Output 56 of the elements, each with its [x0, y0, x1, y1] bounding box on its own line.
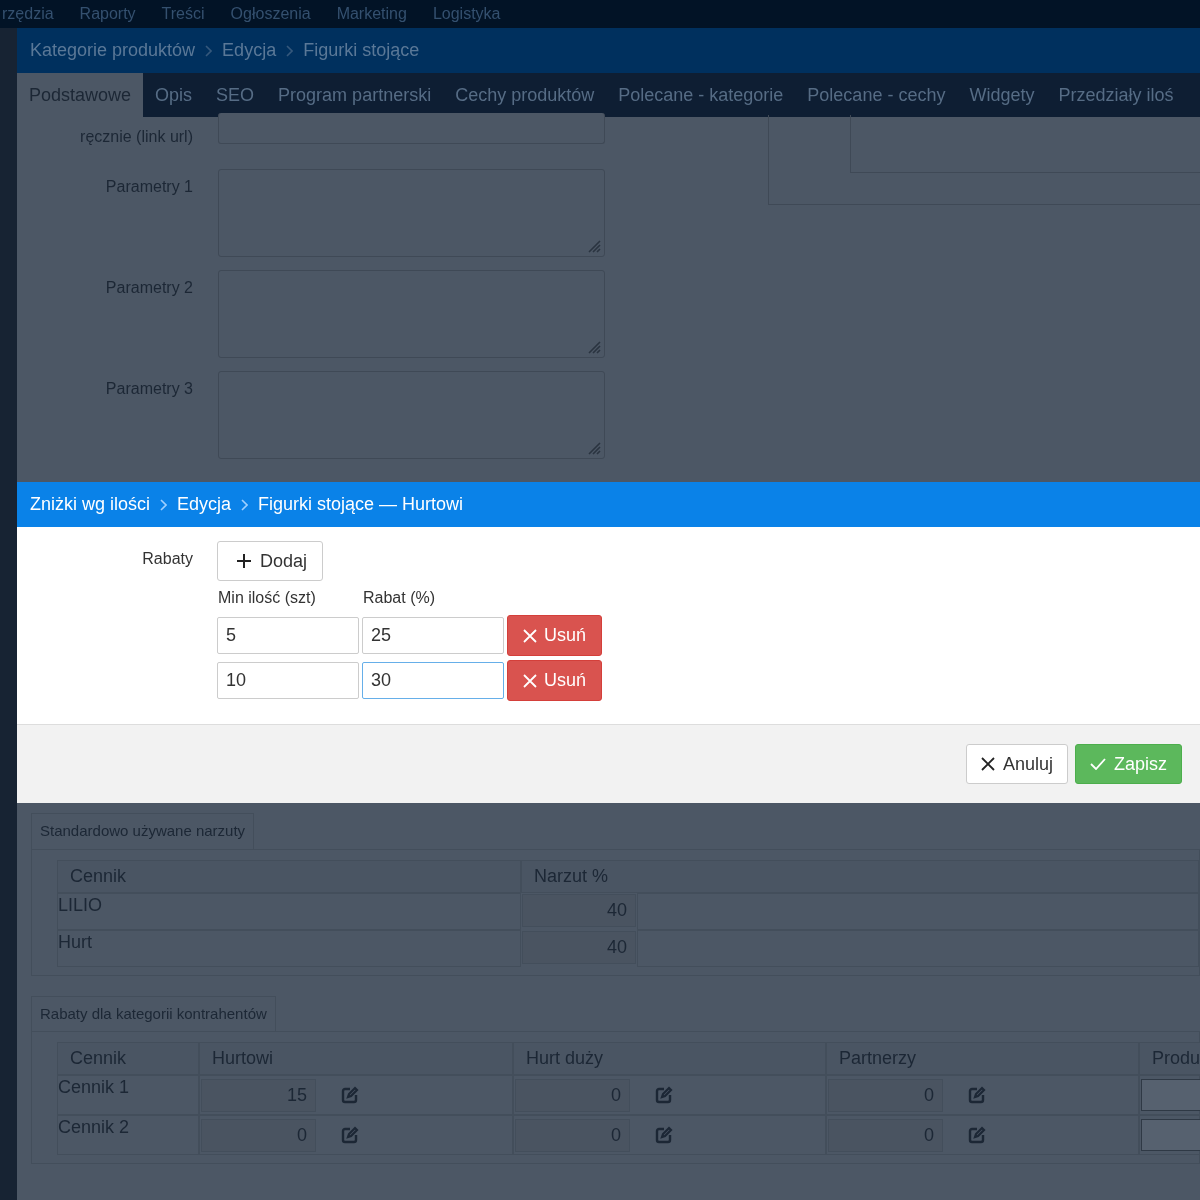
- close-icon: [980, 757, 995, 771]
- chevron-icon: [205, 44, 213, 57]
- edit-icon: [341, 1126, 359, 1144]
- breadcrumb-link[interactable]: Zniżki wg ilości: [30, 491, 151, 518]
- tab[interactable]: Polecane - kategorie: [606, 73, 796, 117]
- edit-icon: [968, 1086, 986, 1104]
- nav-item[interactable]: Raporty: [79, 0, 136, 28]
- number-field[interactable]: 5: [217, 617, 359, 654]
- breadcrumb-current: Figurki stojące — Hurtowi: [258, 493, 464, 516]
- edit-icon: [968, 1126, 986, 1144]
- chevron-icon: [160, 498, 168, 511]
- breadcrumb-link[interactable]: Edycja: [177, 491, 232, 518]
- nav-item[interactable]: Ogłoszenia: [230, 0, 311, 28]
- chevron-icon: [286, 44, 294, 57]
- check-icon: [1090, 758, 1106, 770]
- breadcrumb-current: Figurki stojące: [303, 39, 420, 62]
- column-label: Min ilość (szt): [218, 588, 317, 608]
- tab[interactable]: Przedziały iloś: [1046, 73, 1186, 117]
- tab[interactable]: Opis: [143, 73, 205, 117]
- nav-item[interactable]: Marketing: [336, 0, 407, 28]
- number-field[interactable]: 25: [362, 617, 504, 654]
- resize-grip-icon: [587, 239, 601, 253]
- input-field[interactable]: [218, 113, 605, 144]
- close-icon: [523, 628, 537, 643]
- edit-icon: [341, 1086, 359, 1104]
- remove-button[interactable]: Usuń: [507, 615, 603, 656]
- close-icon: [523, 673, 537, 688]
- save-button[interactable]: Zapisz: [1075, 744, 1182, 784]
- plus-icon: [236, 553, 252, 569]
- tab[interactable]: SEO: [204, 73, 267, 117]
- text-area[interactable]: [218, 169, 605, 257]
- resize-grip-icon: [587, 441, 601, 455]
- breadcrumb-link[interactable]: Kategorie produktów: [30, 37, 196, 64]
- cancel-button[interactable]: Anuluj: [965, 744, 1068, 784]
- value-field[interactable]: [1141, 1119, 1200, 1151]
- text-area[interactable]: [218, 371, 605, 459]
- chevron-icon: [241, 498, 249, 511]
- number-field[interactable]: 10: [217, 662, 359, 699]
- breadcrumb-link[interactable]: Edycja: [222, 37, 277, 64]
- number-field[interactable]: 30: [362, 662, 504, 699]
- edit-icon: [655, 1126, 673, 1144]
- value-field[interactable]: [1141, 1079, 1200, 1111]
- nav-item[interactable]: Logistyka: [432, 0, 501, 28]
- remove-button[interactable]: Usuń: [507, 660, 603, 701]
- edit-icon: [655, 1086, 673, 1104]
- text-area[interactable]: [218, 270, 605, 358]
- tab[interactable]: Program partnerski: [266, 73, 444, 117]
- tab[interactable]: Cechy produktów: [443, 73, 607, 117]
- nav-item[interactable]: Treści: [161, 0, 205, 28]
- add-button[interactable]: Dodaj: [217, 541, 324, 581]
- nav-item[interactable]: rzędzia: [2, 0, 54, 28]
- resize-grip-icon: [587, 340, 601, 354]
- tab[interactable]: Widgety: [957, 73, 1047, 117]
- field-label: Rabaty: [141, 549, 193, 569]
- column-label: Rabat (%): [363, 588, 437, 608]
- tab[interactable]: Polecane - cechy: [795, 73, 958, 117]
